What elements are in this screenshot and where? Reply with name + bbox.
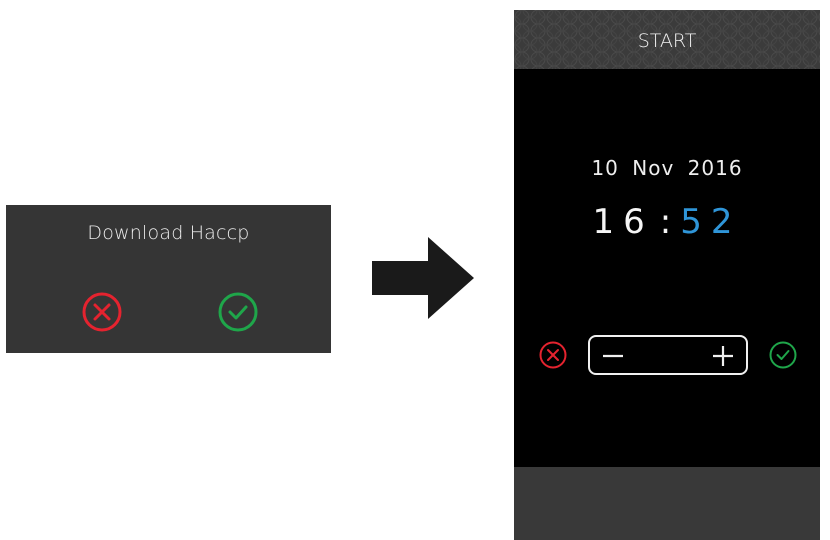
arrow-right-icon xyxy=(372,237,474,319)
time-separator: : xyxy=(659,202,673,242)
time-minutes[interactable]: 52 xyxy=(680,202,741,242)
cancel-circle-icon[interactable] xyxy=(538,340,568,370)
time-hours[interactable]: 16 xyxy=(593,202,654,242)
time-display: 16:52 xyxy=(514,202,820,242)
check-circle-icon[interactable] xyxy=(768,340,798,370)
screen-header: START xyxy=(514,10,820,69)
plus-icon[interactable] xyxy=(710,343,736,369)
device-screen: START 10 Nov 2016 16:52 xyxy=(514,10,820,540)
value-stepper xyxy=(588,335,748,375)
date-year: 2016 xyxy=(687,156,743,180)
download-haccp-dialog: Download Haccp xyxy=(6,205,331,353)
screen-footer xyxy=(514,467,820,540)
cancel-circle-icon[interactable] xyxy=(81,291,123,333)
check-circle-icon[interactable] xyxy=(217,291,259,333)
date-month: Nov xyxy=(632,156,675,180)
screen-title: START xyxy=(637,30,697,52)
date-display: 10 Nov 2016 xyxy=(514,156,820,180)
date-day: 10 xyxy=(591,156,619,180)
minus-icon[interactable] xyxy=(600,343,626,369)
dialog-title: Download Haccp xyxy=(87,222,250,244)
